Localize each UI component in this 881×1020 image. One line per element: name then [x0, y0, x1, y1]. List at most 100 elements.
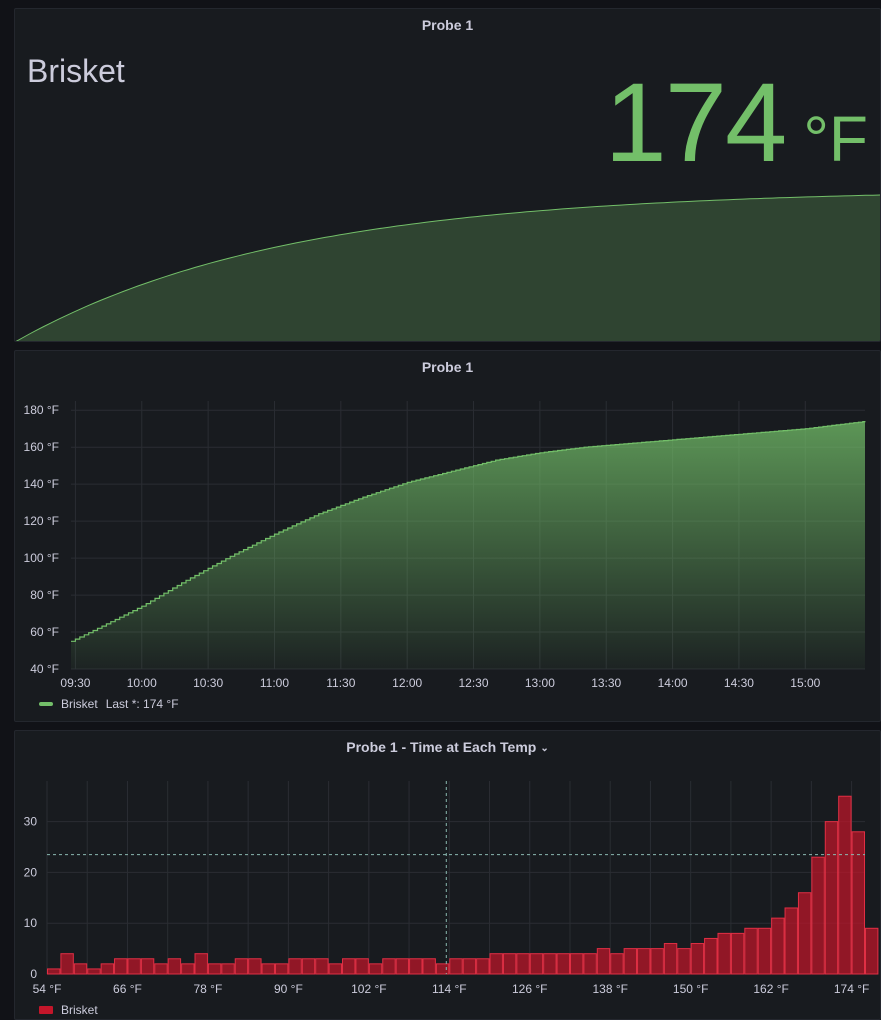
x-tick-label: 13:30 — [591, 676, 621, 690]
histogram-bar — [274, 963, 289, 975]
y-tick-label: 40 °F — [30, 662, 59, 676]
histogram-bar — [355, 958, 369, 975]
timeseries-chart[interactable]: 40 °F 60 °F 80 °F 100 °F 120 °F 140 °F 160 °F 1… — [15, 351, 880, 691]
histogram-bar — [435, 963, 450, 975]
histogram-bar — [704, 937, 718, 975]
histogram-bar — [556, 953, 570, 975]
histogram-bar — [395, 958, 410, 975]
histogram-bar — [100, 963, 115, 975]
histogram-bar — [623, 948, 638, 975]
x-tick-label: 11:30 — [326, 676, 355, 690]
histogram-bar — [194, 953, 208, 975]
histogram-bar — [757, 927, 772, 975]
histogram-bar — [476, 958, 490, 975]
timeseries-panel[interactable]: Probe 1 40 °F 60 °F 80 °F 100 °F 120 °F 140 °… — [14, 350, 881, 722]
histogram-bar — [690, 943, 705, 975]
x-tick-label: 162 °F — [753, 982, 788, 996]
x-tick-label: 114 °F — [432, 982, 467, 996]
x-tick-label: 138 °F — [592, 982, 627, 996]
histogram-bar — [60, 953, 74, 975]
legend-swatch — [39, 1006, 53, 1014]
histogram-bar — [181, 963, 195, 975]
histogram-bar — [288, 958, 302, 975]
x-tick-label: 10:00 — [127, 676, 157, 690]
histogram-bar — [342, 958, 356, 975]
histogram-bar — [516, 953, 530, 975]
histogram-bar — [127, 958, 141, 975]
x-tick-label: 10:30 — [193, 676, 223, 690]
y-tick-label: 0 — [30, 967, 37, 981]
stat-panel[interactable]: Probe 1 Brisket 174 °F — [14, 8, 881, 342]
x-tick-label: 14:30 — [724, 676, 754, 690]
histogram-bar — [489, 953, 503, 975]
histogram-bar — [811, 856, 825, 975]
histogram-bar — [462, 958, 477, 975]
sparkline-area — [16, 195, 880, 341]
histogram-bar — [315, 958, 329, 975]
histogram-bar — [838, 795, 852, 975]
histogram-bar — [221, 963, 235, 975]
histogram-bar — [797, 892, 812, 975]
y-tick-label: 60 °F — [30, 625, 59, 639]
series-area-brisket — [71, 421, 865, 669]
histogram-bar — [328, 963, 343, 975]
histogram-bar — [610, 953, 624, 975]
histogram-bar — [140, 958, 155, 975]
histogram-bar — [771, 917, 785, 975]
histogram-bar — [784, 907, 798, 975]
histogram-bar — [529, 953, 544, 975]
x-tick-label: 12:30 — [459, 676, 489, 690]
y-tick-label: 160 °F — [24, 440, 59, 454]
histogram-bar — [502, 953, 517, 975]
histogram-bar — [382, 958, 396, 975]
histogram-bar — [409, 958, 423, 975]
histogram-chart[interactable]: 0 10 20 30 54 °F 66 °F 78 °F 90 °F 102 °F 114 °F 1… — [15, 731, 880, 1001]
histogram-bar — [449, 958, 463, 975]
x-tick-label: 14:00 — [658, 676, 688, 690]
histogram-bar — [677, 948, 691, 975]
histogram-bar — [730, 932, 745, 975]
histogram-bar — [167, 958, 182, 975]
histogram-bar — [261, 963, 275, 975]
histogram-bar — [87, 968, 101, 975]
y-tick-label: 180 °F — [24, 403, 59, 417]
histogram-bar — [717, 932, 731, 975]
y-tick-label: 120 °F — [24, 514, 59, 528]
x-tick-label: 102 °F — [351, 982, 386, 996]
histogram-bar — [824, 821, 839, 975]
x-tick-label: 11:00 — [260, 676, 289, 690]
histogram-bar — [583, 953, 597, 975]
histogram-bar — [851, 831, 865, 975]
histogram-bar — [248, 958, 262, 975]
y-tick-label: 140 °F — [24, 477, 59, 491]
legend-swatch — [39, 702, 53, 706]
legend-item-brisket[interactable]: Brisket Last *: 174 °F — [39, 697, 179, 711]
x-tick-label: 66 °F — [113, 982, 142, 996]
x-tick-label: 13:00 — [525, 676, 555, 690]
histogram-bar — [207, 963, 222, 975]
histogram-bar — [368, 963, 383, 975]
y-tick-label: 30 — [24, 815, 38, 829]
legend-item-brisket[interactable]: Brisket — [39, 1003, 98, 1017]
histogram-bar — [744, 927, 758, 975]
histogram-bar — [234, 958, 249, 975]
histogram-bar — [663, 943, 678, 975]
legend-name: Brisket — [61, 697, 98, 711]
x-tick-label: 78 °F — [194, 982, 223, 996]
x-tick-label: 90 °F — [274, 982, 303, 996]
x-tick-label: 09:30 — [60, 676, 90, 690]
histogram-bar — [47, 968, 61, 975]
y-tick-label: 100 °F — [24, 551, 59, 565]
histogram-bar — [637, 948, 651, 975]
legend-stat: Last *: 174 °F — [105, 697, 179, 711]
histogram-bar — [543, 953, 557, 975]
histogram-bar — [73, 963, 88, 975]
sparkline-chart — [15, 194, 880, 341]
histogram-panel[interactable]: Probe 1 - Time at Each Temp ⌄ 0 10 20 30 54 °… — [14, 730, 881, 1020]
x-tick-label: 150 °F — [673, 982, 708, 996]
y-tick-label: 10 — [24, 916, 38, 930]
histogram-bar — [114, 958, 128, 975]
histogram-bar — [569, 953, 584, 975]
x-tick-label: 54 °F — [33, 982, 62, 996]
histogram-bar — [650, 948, 664, 975]
